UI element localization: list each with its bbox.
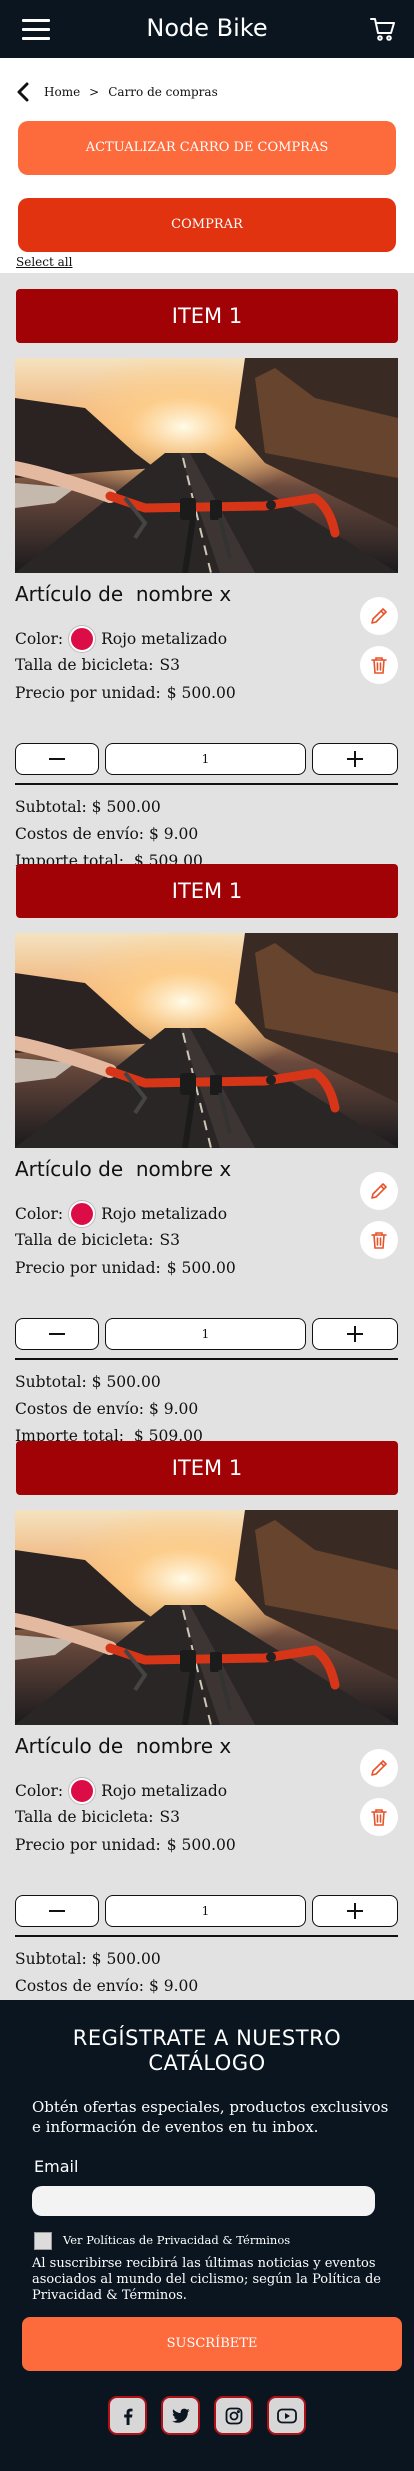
shipping-text: Costos de envío: $ 9.00 [15, 1977, 199, 1995]
size-label: Talla de bicicleta: [15, 656, 154, 674]
update-cart-button[interactable]: ACTUALIZAR CARRO DE COMPRAS [18, 121, 396, 175]
edit-pencil-icon[interactable] [360, 1172, 398, 1210]
size-label: Talla de bicicleta: [15, 1808, 154, 1826]
subtotal-text: Subtotal: $ 500.00 [15, 798, 161, 816]
color-swatch [69, 1778, 96, 1804]
color-value: Rojo metalizado [101, 1205, 228, 1223]
facebook-icon[interactable] [108, 2396, 147, 2435]
back-arrow-icon[interactable] [14, 81, 32, 103]
size-row: Talla de bicicleta: S3 [15, 656, 180, 674]
product-photo [8, 358, 398, 574]
subtotal-text: Subtotal: $ 500.00 [15, 1950, 161, 1968]
item-header: ITEM 1 [16, 289, 398, 343]
color-label: Color: [15, 1782, 64, 1800]
email-field[interactable] [32, 2186, 375, 2216]
product-photo [8, 933, 398, 1149]
color-value: Rojo metalizado [101, 630, 228, 648]
subscribe-button[interactable]: SUSCRÍBETE [22, 2317, 402, 2371]
color-label: Color: [15, 630, 64, 648]
privacy-checkbox[interactable] [34, 2232, 52, 2250]
buy-button[interactable]: COMPRAR [18, 198, 396, 252]
quantity-increase-button[interactable] [312, 1318, 398, 1350]
color-row: Color: Rojo metalizado [15, 1201, 227, 1227]
subtotal-text: Subtotal: $ 500.00 [15, 1373, 161, 1391]
brand-title[interactable]: Node Bike [0, 14, 414, 42]
size-label: Talla de bicicleta: [15, 1231, 154, 1249]
newsletter-title: REGÍSTRATE A NUESTRO CATÁLOGO [72, 2026, 342, 2075]
size-value: S3 [159, 656, 180, 674]
email-label: Email [34, 2157, 79, 2176]
legal-text: Al suscribirse recibirá las últimas noti… [32, 2256, 381, 2303]
quantity-increase-button[interactable] [312, 743, 398, 775]
youtube-icon[interactable] [267, 2396, 306, 2435]
product-name: Artículo de nombre x [15, 582, 232, 606]
divider [15, 1935, 398, 1937]
quantity-field[interactable]: 1 [105, 1318, 306, 1350]
shipping-text: Costos de envío: $ 9.00 [15, 1400, 199, 1418]
trash-icon[interactable] [360, 646, 398, 684]
quantity-increase-button[interactable] [312, 1895, 398, 1927]
color-value: Rojo metalizado [101, 1782, 228, 1800]
quantity-field[interactable]: 1 [105, 743, 306, 775]
social-links [0, 2396, 414, 2435]
color-row: Color: Rojo metalizado [15, 626, 227, 652]
instagram-icon[interactable] [214, 2396, 253, 2435]
price-label: Precio por unidad: [15, 1836, 161, 1854]
quantity-decrease-button[interactable] [15, 743, 99, 775]
twitter-icon[interactable] [161, 2396, 200, 2435]
privacy-checkbox-label[interactable]: Ver Políticas de Privacidad & Términos [63, 2233, 290, 2247]
newsletter-footer: REGÍSTRATE A NUESTRO CATÁLOGO Obtén ofer… [0, 2000, 414, 2471]
cart-item: ITEM 1 Artículo de nombre x Color: Rojo … [0, 1425, 414, 2022]
item-header: ITEM 1 [16, 1441, 398, 1495]
trash-icon[interactable] [360, 1798, 398, 1836]
divider [15, 1358, 398, 1360]
price-label: Precio por unidad: [15, 684, 161, 702]
cart-item: ITEM 1 Artículo de nombre x Color: Rojo … [0, 273, 414, 870]
quantity-field[interactable]: 1 [105, 1895, 306, 1927]
cart-items-list: ITEM 1 Artículo de nombre x Color: Rojo … [0, 273, 414, 2022]
color-label: Color: [15, 1205, 64, 1223]
select-all-link[interactable]: Select all [16, 255, 72, 269]
breadcrumb: Home > Carro de compras [14, 80, 218, 104]
price-value: $ 500.00 [166, 1259, 236, 1277]
breadcrumb-home[interactable]: Home [44, 85, 80, 99]
cart-item: ITEM 1 Artículo de nombre x Color: Rojo … [0, 848, 414, 1445]
edit-pencil-icon[interactable] [360, 1749, 398, 1787]
size-value: S3 [159, 1808, 180, 1826]
item-header: ITEM 1 [16, 864, 398, 918]
breadcrumb-current: Carro de compras [108, 85, 218, 99]
edit-pencil-icon[interactable] [360, 597, 398, 635]
size-row: Talla de bicicleta: S3 [15, 1808, 180, 1826]
size-row: Talla de bicicleta: S3 [15, 1231, 180, 1249]
price-label: Precio por unidad: [15, 1259, 161, 1277]
color-row: Color: Rojo metalizado [15, 1778, 227, 1804]
breadcrumb-separator: > [89, 85, 100, 99]
price-value: $ 500.00 [166, 1836, 236, 1854]
top-navbar: Node Bike [0, 0, 414, 58]
price-row: Precio por unidad: $ 500.00 [15, 1836, 236, 1854]
color-swatch [69, 1201, 96, 1227]
newsletter-description: Obtén ofertas especiales, productos excl… [32, 2098, 389, 2136]
price-value: $ 500.00 [166, 684, 236, 702]
size-value: S3 [159, 1231, 180, 1249]
price-row: Precio por unidad: $ 500.00 [15, 1259, 236, 1277]
trash-icon[interactable] [360, 1221, 398, 1259]
quantity-decrease-button[interactable] [15, 1318, 99, 1350]
color-swatch [69, 626, 96, 652]
divider [15, 783, 398, 785]
shipping-text: Costos de envío: $ 9.00 [15, 825, 199, 843]
product-name: Artículo de nombre x [15, 1734, 232, 1758]
quantity-decrease-button[interactable] [15, 1895, 99, 1927]
price-row: Precio por unidad: $ 500.00 [15, 684, 236, 702]
product-photo [8, 1510, 398, 1726]
product-name: Artículo de nombre x [15, 1157, 232, 1181]
shopping-cart-icon[interactable] [370, 16, 396, 42]
